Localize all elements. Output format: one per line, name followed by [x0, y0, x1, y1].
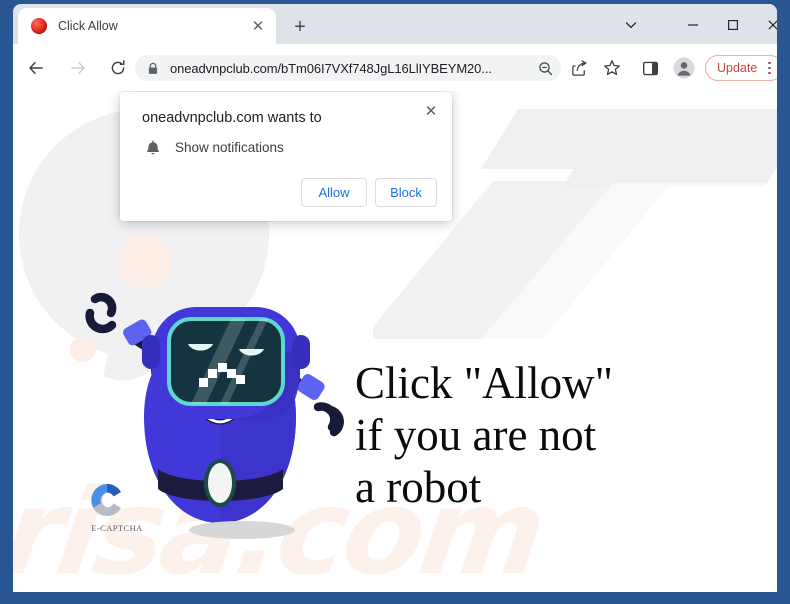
browser-toolbar: oneadvnpclub.com/bTm06I7VXf748JgL16LlIYB… [13, 44, 777, 91]
tab-title: Click Allow [58, 19, 118, 33]
back-button[interactable] [21, 53, 51, 83]
bell-icon [144, 140, 162, 158]
zoom-search-icon[interactable] [533, 56, 557, 80]
chevron-down-icon [625, 22, 637, 29]
update-button[interactable]: Update [705, 55, 777, 81]
close-icon [768, 20, 777, 30]
permission-dialog-close-icon[interactable]: ✕ [418, 98, 444, 124]
tab-strip: Click Allow ✕ + [13, 4, 777, 44]
page-viewport: risa.com E-CAPTCHA Click "Allow" if you … [13, 91, 777, 592]
forward-button [63, 53, 93, 83]
window-close-button[interactable] [753, 10, 777, 40]
browser-tab[interactable]: Click Allow ✕ [18, 8, 276, 44]
robot-belt-buckle-inner [208, 463, 232, 503]
headline-line-1: Click "Allow" [355, 358, 613, 408]
side-panel-icon [642, 61, 658, 75]
robot-face-screen [167, 317, 285, 406]
window-minimize-button[interactable] [673, 10, 713, 40]
magnifier-icon [538, 61, 552, 75]
forward-arrow-icon [71, 61, 85, 75]
browser-window: Click Allow ✕ + oneadvnpclub.com/bTm06I7… [0, 0, 790, 604]
chrome-window-frame: Click Allow ✕ + oneadvnpclub.com/bTm06I7… [13, 4, 777, 592]
lock-icon[interactable] [143, 58, 163, 78]
permission-dialog-title: oneadvnpclub.com wants to [142, 110, 322, 126]
minimize-icon [688, 24, 698, 26]
tab-search-chevron-down-icon[interactable] [611, 10, 651, 40]
back-arrow-icon [29, 61, 43, 75]
three-dot-menu-icon[interactable] [762, 59, 776, 77]
ecaptcha-logo-icon [91, 483, 121, 517]
reload-button[interactable] [103, 53, 133, 83]
star-icon [604, 60, 620, 76]
share-icon [571, 59, 587, 76]
permission-item-label: Show notifications [175, 140, 284, 155]
share-button[interactable] [566, 55, 592, 81]
side-panel-button[interactable] [637, 55, 663, 81]
update-button-label: Update [717, 61, 758, 75]
profile-avatar-icon [673, 57, 695, 79]
robot-right-ear [292, 335, 310, 369]
maximize-icon [727, 19, 739, 31]
tab-favicon-icon [31, 18, 47, 34]
address-bar[interactable]: oneadvnpclub.com/bTm06I7VXf748JgL16LlIYB… [135, 55, 561, 81]
profile-avatar[interactable] [671, 55, 697, 81]
allow-button[interactable]: Allow [301, 178, 367, 207]
reload-icon [111, 60, 125, 75]
notification-permission-dialog: oneadvnpclub.com wants to ✕ Show notific… [120, 92, 452, 221]
bell-glyph-icon [146, 140, 160, 155]
headline-line-2: if you are not [355, 410, 597, 460]
ecaptcha-brand: E-CAPTCHA [86, 479, 148, 533]
menu-dot [768, 71, 771, 75]
page-headline: Click "Allow" if you are not a robot [355, 357, 655, 513]
robot-head [142, 307, 310, 419]
headline-line-3: a robot [355, 462, 482, 512]
new-tab-button[interactable]: + [287, 14, 313, 40]
ecaptcha-brand-label: E-CAPTCHA [91, 523, 143, 533]
block-button[interactable]: Block [375, 178, 437, 207]
menu-dot [768, 66, 771, 70]
menu-dot [768, 61, 771, 65]
robot-drop-shadow [189, 521, 295, 539]
tab-close-icon[interactable]: ✕ [246, 14, 270, 38]
robot-left-ear [142, 335, 160, 369]
address-bar-url-text: oneadvnpclub.com/bTm06I7VXf748JgL16LlIYB… [170, 60, 492, 76]
lock-glyph-icon [148, 62, 158, 74]
window-maximize-button[interactable] [713, 10, 753, 40]
bookmark-button[interactable] [599, 55, 625, 81]
